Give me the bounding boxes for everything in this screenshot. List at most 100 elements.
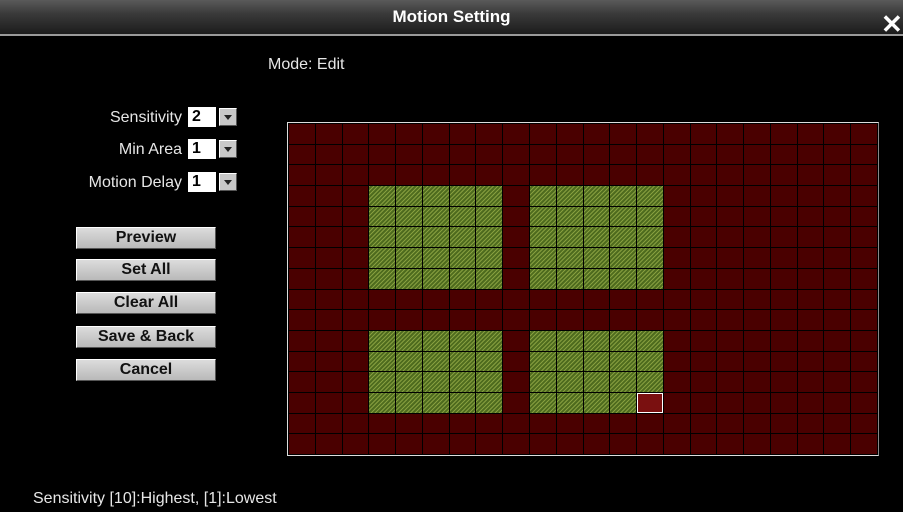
grid-cell[interactable] [717,372,744,392]
grid-cell[interactable] [610,413,637,434]
grid-cell[interactable] [717,186,744,206]
grid-cell[interactable] [717,268,744,289]
grid-cell-active[interactable] [583,248,610,268]
grid-cell[interactable] [315,186,342,206]
grid-cell[interactable] [503,434,529,454]
grid-cell-active[interactable] [610,248,637,268]
grid-cell[interactable] [342,165,369,186]
grid-cell[interactable] [503,206,529,227]
grid-cell-active[interactable] [583,372,610,392]
grid-cell[interactable] [449,124,476,144]
grid-cell[interactable] [476,124,503,144]
grid-cell-active[interactable] [610,268,637,289]
grid-cell-active[interactable] [583,392,610,413]
grid-cell[interactable] [770,206,797,227]
grid-cell-active[interactable] [476,392,503,413]
grid-cell-active[interactable] [583,351,610,372]
grid-cell[interactable] [770,124,797,144]
grid-cell-active[interactable] [556,351,583,372]
grid-cell[interactable] [422,124,449,144]
grid-cell-active[interactable] [529,330,556,351]
grid-cell[interactable] [824,372,851,392]
grid-cell[interactable] [503,186,529,206]
grid-cell[interactable] [797,165,824,186]
grid-cell[interactable] [529,289,556,310]
grid-cell[interactable] [797,144,824,165]
grid-cell-active[interactable] [422,248,449,268]
grid-cell-active[interactable] [637,268,663,289]
grid-cell[interactable] [289,413,315,434]
grid-cell[interactable] [610,289,637,310]
grid-cell-active[interactable] [610,330,637,351]
grid-cell[interactable] [744,413,770,434]
grid-cell[interactable] [824,165,851,186]
grid-cell[interactable] [824,434,851,454]
grid-cell[interactable] [663,186,690,206]
grid-cell[interactable] [556,124,583,144]
grid-cell[interactable] [529,434,556,454]
grid-cell-active[interactable] [637,206,663,227]
grid-cell-active[interactable] [637,186,663,206]
grid-cell[interactable] [851,268,877,289]
cancel-button[interactable]: Cancel [76,359,216,381]
min-area-select[interactable]: 1 [188,139,244,159]
grid-cell[interactable] [315,227,342,248]
grid-cell[interactable] [797,413,824,434]
grid-cell[interactable] [342,206,369,227]
grid-cell[interactable] [717,413,744,434]
grid-cell-active[interactable] [369,248,396,268]
grid-cell[interactable] [744,248,770,268]
grid-cell[interactable] [503,372,529,392]
grid-cell-active[interactable] [396,372,422,392]
grid-cell-active[interactable] [369,351,396,372]
chevron-down-icon[interactable] [219,173,237,191]
grid-cell[interactable] [289,144,315,165]
grid-cell[interactable] [690,434,717,454]
grid-cell[interactable] [851,206,877,227]
grid-cell[interactable] [315,124,342,144]
grid-cell[interactable] [315,372,342,392]
grid-cell[interactable] [744,351,770,372]
grid-cell[interactable] [663,310,690,330]
grid-cell[interactable] [503,124,529,144]
grid-cell[interactable] [637,413,663,434]
grid-cell[interactable] [289,124,315,144]
grid-cell[interactable] [663,248,690,268]
grid-cell-active[interactable] [396,268,422,289]
grid-cell-active[interactable] [529,227,556,248]
grid-cell[interactable] [744,206,770,227]
grid-cell[interactable] [797,310,824,330]
grid-cell[interactable] [690,248,717,268]
grid-cell[interactable] [744,144,770,165]
grid-cell[interactable] [690,392,717,413]
grid-cell[interactable] [851,289,877,310]
grid-cell[interactable] [583,289,610,310]
grid-cell[interactable] [663,165,690,186]
grid-cell[interactable] [396,144,422,165]
grid-cell[interactable] [476,413,503,434]
sensitivity-value[interactable]: 2 [188,107,216,127]
grid-cell[interactable] [315,413,342,434]
grid-cell-active[interactable] [556,372,583,392]
motion-grid[interactable] [287,122,879,456]
grid-cell-active[interactable] [369,206,396,227]
grid-cell-active[interactable] [396,330,422,351]
grid-cell-active[interactable] [449,372,476,392]
grid-cell[interactable] [690,268,717,289]
grid-cell-active[interactable] [369,372,396,392]
grid-cell[interactable] [770,248,797,268]
grid-cell[interactable] [369,413,396,434]
grid-cell[interactable] [315,144,342,165]
motion-delay-select[interactable]: 1 [188,172,244,192]
grid-cell-active[interactable] [529,351,556,372]
grid-cell-active[interactable] [396,186,422,206]
grid-cell[interactable] [690,413,717,434]
grid-cell[interactable] [422,289,449,310]
grid-cell-active[interactable] [556,227,583,248]
grid-cell[interactable] [690,186,717,206]
grid-cell[interactable] [851,310,877,330]
grid-cell[interactable] [797,392,824,413]
grid-cell[interactable] [717,227,744,248]
grid-cell[interactable] [369,434,396,454]
motion-delay-value[interactable]: 1 [188,172,216,192]
